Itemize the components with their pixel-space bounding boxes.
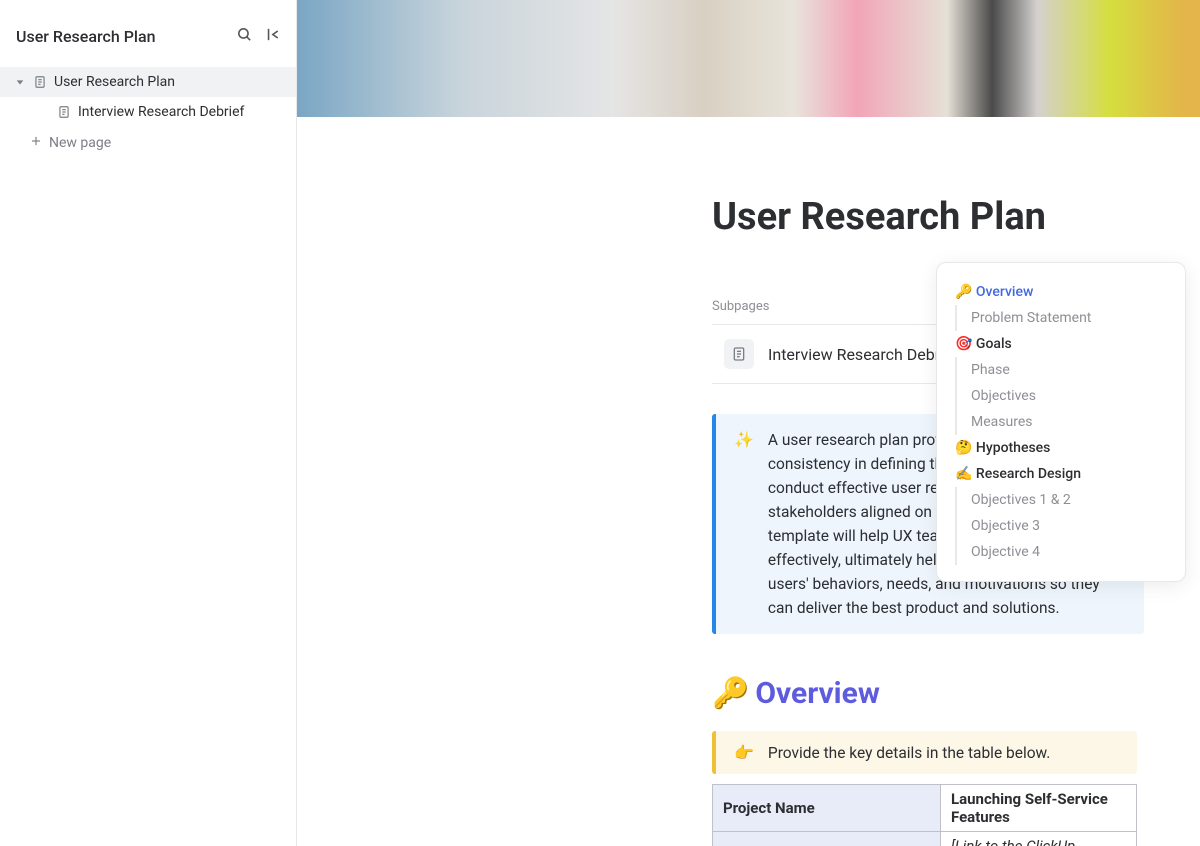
overview-heading-text: Overview	[755, 676, 880, 711]
sidebar-tree: User Research Plan Interview Research De…	[0, 65, 296, 161]
sidebar-item-label: Interview Research Debrief	[78, 104, 244, 120]
toc-item[interactable]: Objective 4	[955, 539, 1167, 565]
table-row: ClickUp Project[Link to the ClickUp loca…	[713, 832, 1137, 846]
toc-item[interactable]: 🎯 Goals	[955, 331, 1167, 357]
table-cell-label: ClickUp Project	[713, 832, 941, 846]
overview-table: Project NameLaunching Self-Service Featu…	[712, 784, 1137, 846]
search-icon[interactable]	[236, 26, 253, 47]
sidebar-header: User Research Plan	[0, 0, 296, 65]
sidebar: User Research Plan User Research Plan In…	[0, 0, 297, 846]
document-icon	[56, 105, 72, 119]
document-icon	[32, 75, 48, 89]
key-icon: 🔑	[712, 676, 749, 711]
sparkles-icon: ✨	[734, 428, 754, 620]
table-cell-value[interactable]: [Link to the ClickUp location of the pro…	[941, 832, 1137, 846]
overview-heading: 🔑 Overview	[712, 676, 1200, 711]
toc-item[interactable]: Phase	[955, 357, 1167, 383]
page-title: User Research Plan	[712, 195, 1200, 239]
sidebar-new-page-label: New page	[49, 135, 111, 151]
sidebar-item-user-research-plan[interactable]: User Research Plan	[0, 67, 296, 97]
table-cell-label: Project Name	[713, 785, 941, 832]
sidebar-header-icons	[236, 26, 282, 47]
toc-item[interactable]: Objective 3	[955, 513, 1167, 539]
table-cell-value[interactable]: Launching Self-Service Features	[941, 785, 1137, 832]
sidebar-item-label: User Research Plan	[54, 74, 175, 90]
collapse-sidebar-icon[interactable]	[265, 26, 282, 47]
point-right-icon: 👉	[734, 743, 754, 762]
tip-callout-text: Provide the key details in the table bel…	[768, 744, 1050, 762]
sidebar-title: User Research Plan	[16, 27, 156, 46]
toc-item[interactable]: Problem Statement	[955, 305, 1167, 331]
main-content: User Research Plan Subpages Interview Re…	[297, 0, 1200, 846]
toc-item[interactable]: Measures	[955, 409, 1167, 435]
sidebar-item-interview-debrief[interactable]: Interview Research Debrief	[0, 97, 296, 127]
document-icon	[724, 339, 754, 369]
toc-item[interactable]: Objectives 1 & 2	[955, 487, 1167, 513]
tip-callout: 👉 Provide the key details in the table b…	[712, 731, 1137, 774]
toc-item[interactable]: Objectives	[955, 383, 1167, 409]
toc-item[interactable]: ✍️ Research Design	[955, 461, 1167, 487]
plus-icon	[29, 134, 43, 152]
cover-image	[297, 0, 1200, 117]
table-row: Project NameLaunching Self-Service Featu…	[713, 785, 1137, 832]
toc-panel: 🔑 OverviewProblem Statement🎯 GoalsPhaseO…	[936, 262, 1186, 582]
subpage-title: Interview Research Debrief	[768, 345, 958, 364]
toc-item[interactable]: 🔑 Overview	[955, 279, 1167, 305]
toc-item[interactable]: 🤔 Hypotheses	[955, 435, 1167, 461]
chevron-down-icon	[14, 77, 26, 87]
sidebar-new-page[interactable]: New page	[0, 127, 296, 159]
